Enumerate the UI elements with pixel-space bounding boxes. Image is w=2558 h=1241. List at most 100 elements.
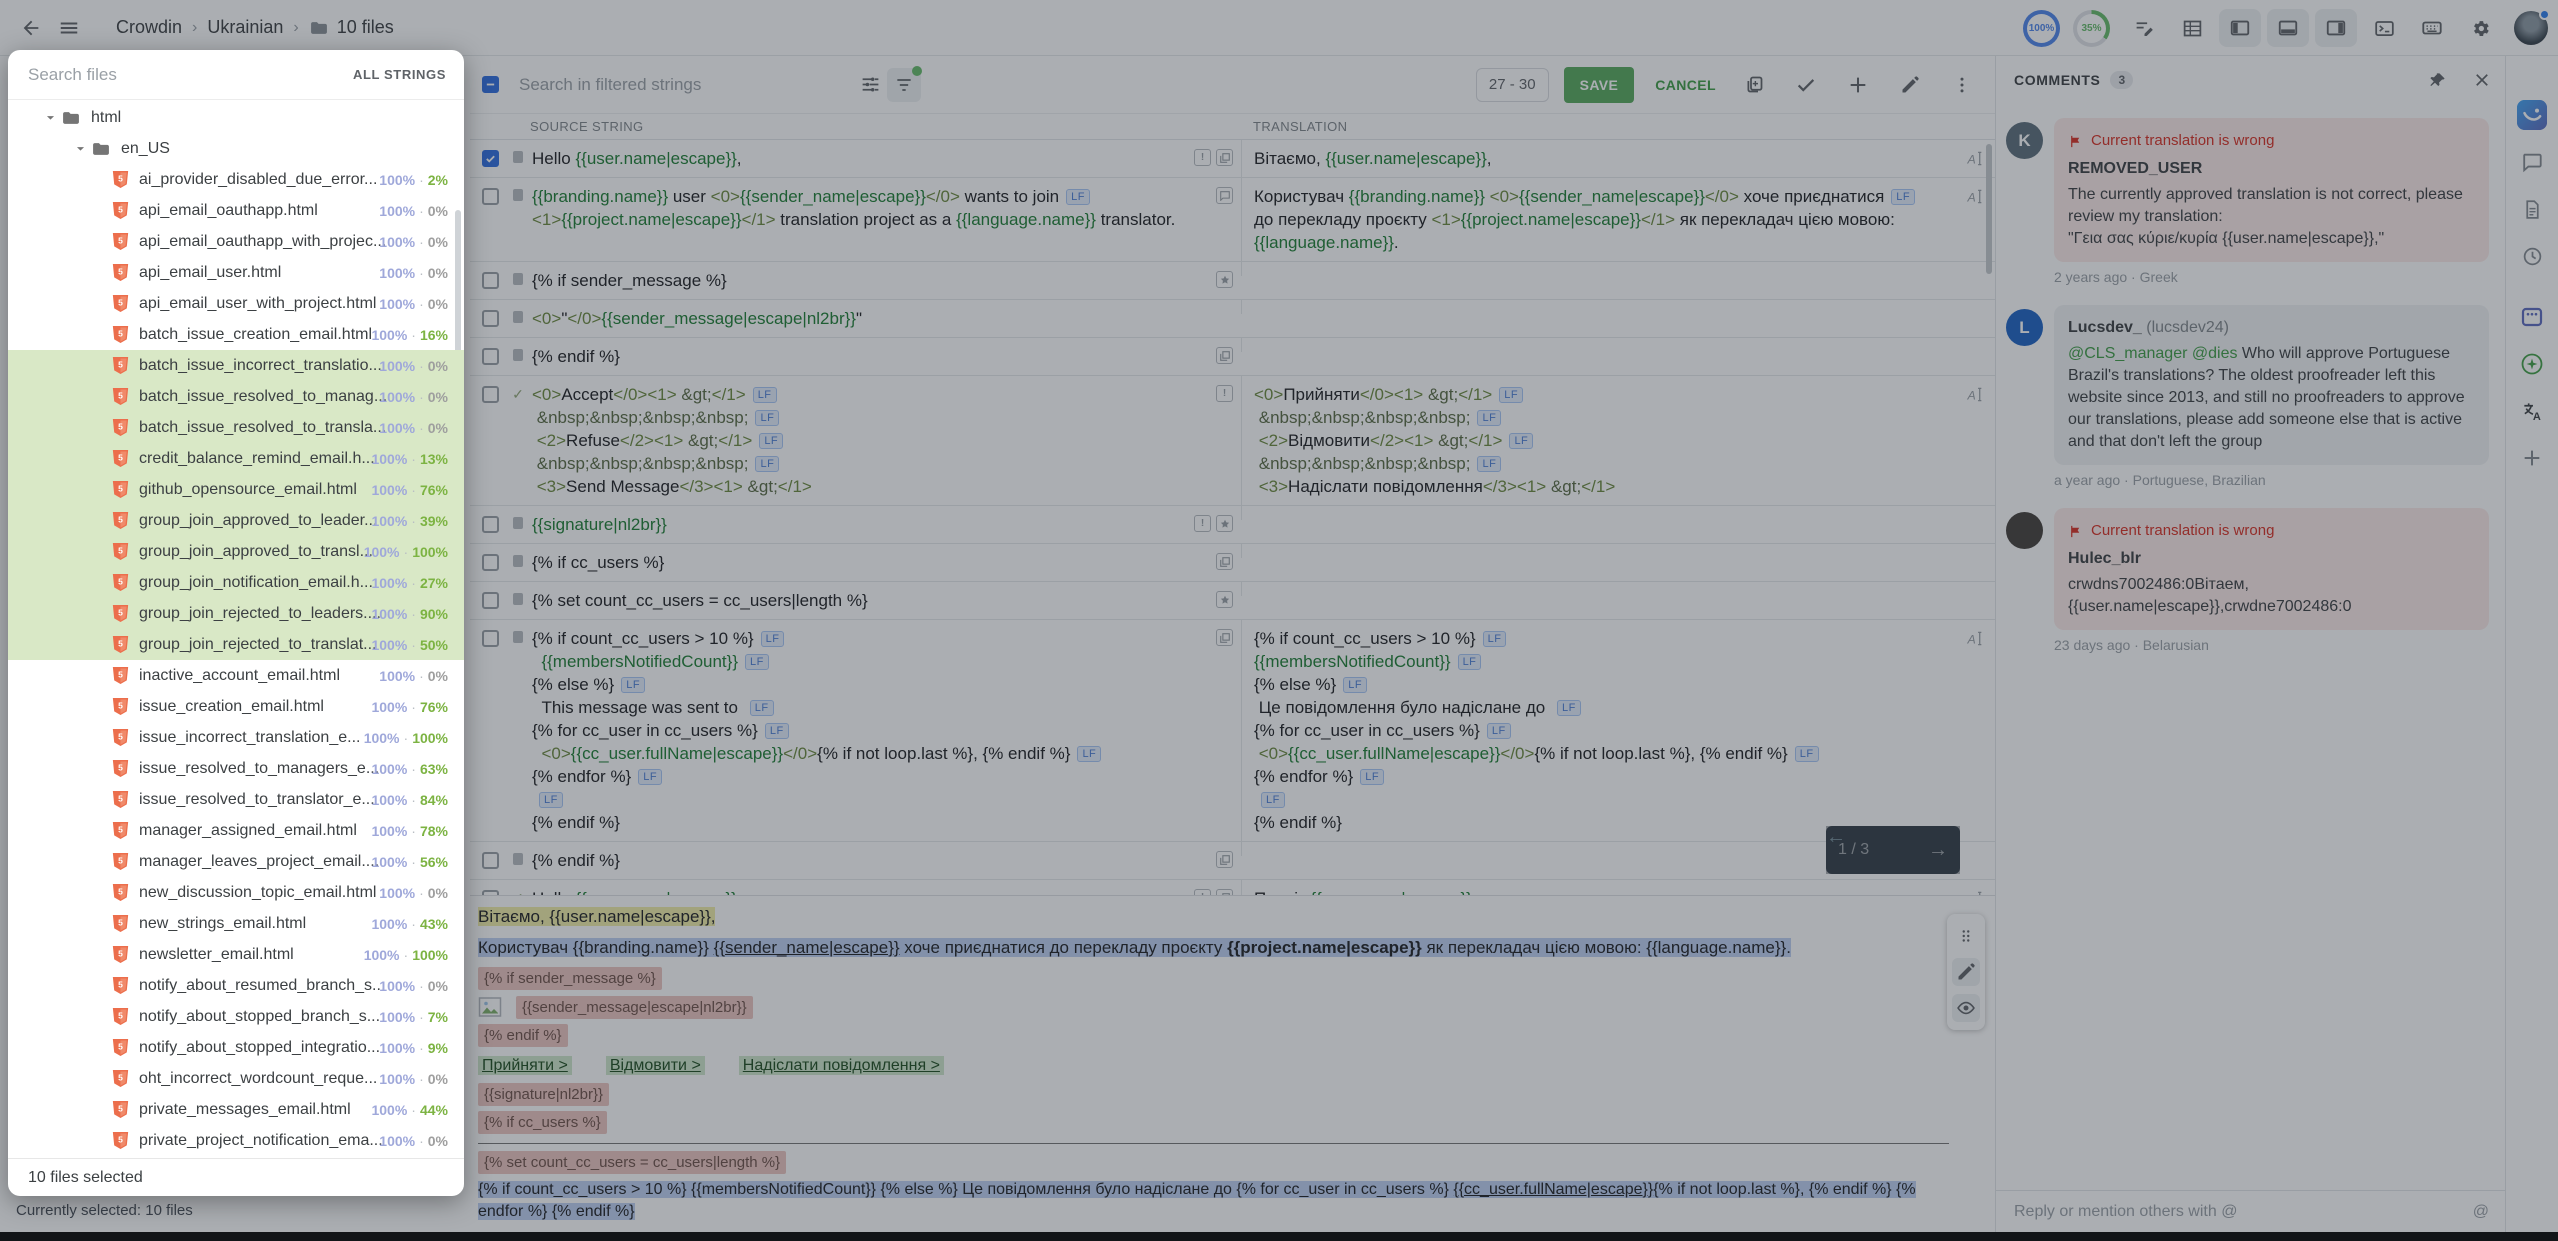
file-row[interactable]: 5 new_discussion_topic_email.html 100%·0… xyxy=(8,877,464,908)
ai-sparkle-button[interactable] xyxy=(2517,349,2547,379)
copy-button[interactable] xyxy=(1737,68,1771,102)
gear-button[interactable] xyxy=(2459,9,2501,47)
file-row[interactable]: 5 issue_resolved_to_managers_e... 100%·6… xyxy=(8,753,464,784)
file-row[interactable]: 5 manager_assigned_email.html 100%·78% xyxy=(8,815,464,846)
string-row[interactable]: {{branding.name}} user <0>{{sender_name|… xyxy=(470,178,1995,262)
drag-button[interactable] xyxy=(1952,922,1980,950)
comment-icon[interactable] xyxy=(1216,187,1233,204)
translated-progress-ring[interactable]: 100% xyxy=(2023,10,2060,47)
right-panel-button[interactable] xyxy=(2315,9,2357,47)
main-menu-button[interactable] xyxy=(50,9,88,47)
row-checkbox[interactable] xyxy=(482,150,499,167)
bottom-panel-button[interactable] xyxy=(2267,9,2309,47)
back-button[interactable] xyxy=(12,9,50,47)
row-checkbox[interactable] xyxy=(482,386,499,403)
duplicate-icon[interactable] xyxy=(1216,149,1233,166)
file-row[interactable]: 5 ai_provider_disabled_due_error... 100%… xyxy=(8,164,464,195)
string-row[interactable]: Hello {{user.name|escape}}, ! Вітаємо, {… xyxy=(470,140,1995,178)
translate-cursor-icon[interactable]: A xyxy=(1965,385,1984,404)
file-row[interactable]: 5 private_messages_email.html 100%·44% xyxy=(8,1094,464,1125)
file-row[interactable]: 5 group_join_rejected_to_translat... 100… xyxy=(8,629,464,660)
bookmark-icon[interactable] xyxy=(1216,591,1233,608)
avatar[interactable]: L xyxy=(2006,309,2043,346)
file-row[interactable]: 5 notify_about_stopped_branch_s... 100%·… xyxy=(8,1001,464,1032)
inline-edit-button[interactable] xyxy=(2123,9,2165,47)
string-row[interactable]: {% set count_cc_users = cc_users|length … xyxy=(470,582,1995,620)
issue-icon[interactable]: ! xyxy=(1216,385,1233,402)
duplicate-icon[interactable] xyxy=(1216,347,1233,364)
comment-reply-input[interactable] xyxy=(2012,1202,2473,1222)
table-scrollbar[interactable] xyxy=(1986,144,1992,274)
bookmark-icon[interactable] xyxy=(1216,271,1233,288)
row-checkbox[interactable] xyxy=(482,310,499,327)
string-row[interactable]: ✓ Hello {{user.name|escape}}, ! Привіт {… xyxy=(470,880,1995,895)
user-mention[interactable]: @CLS_manager xyxy=(2068,345,2187,362)
breadcrumb-item[interactable]: 10 files xyxy=(309,17,394,38)
save-button[interactable]: SAVE xyxy=(1564,67,1635,103)
preview-action-link[interactable]: Прийняти > xyxy=(478,1056,572,1075)
kebab-button[interactable] xyxy=(1945,68,1979,102)
left-panel-button[interactable] xyxy=(2219,9,2261,47)
file-row[interactable]: 5 batch_issue_resolved_to_transla... 100… xyxy=(8,412,464,443)
file-row[interactable]: 5 issue_incorrect_translation_e... 100%·… xyxy=(8,722,464,753)
crowdin-logo-button[interactable] xyxy=(2517,100,2547,130)
approved-progress-ring[interactable]: 35% xyxy=(2073,10,2110,47)
caret-down-icon[interactable] xyxy=(72,140,89,157)
issue-icon[interactable]: ! xyxy=(1194,515,1211,532)
translate-button[interactable]: A xyxy=(2517,396,2547,426)
string-row[interactable]: ✓ <0>Accept</0><1> &gt;</1>LF &nbsp;&nbs… xyxy=(470,376,1995,506)
string-row[interactable]: <0>"</0>{{sender_message|escape|nl2br}}" xyxy=(470,300,1995,338)
string-row[interactable]: {% endif %} xyxy=(470,842,1995,880)
preview-action-link[interactable]: Відмовити > xyxy=(606,1056,705,1075)
file-row[interactable]: 5 oht_incorrect_wordcount_reque... 100%·… xyxy=(8,1063,464,1094)
file-row[interactable]: 5 group_join_rejected_to_leaders.... 100… xyxy=(8,598,464,629)
file-row[interactable]: 5 batch_issue_resolved_to_manag... 100%·… xyxy=(8,381,464,412)
row-checkbox[interactable] xyxy=(482,348,499,365)
breadcrumb-item[interactable]: Crowdin xyxy=(116,17,182,38)
plus-button[interactable] xyxy=(1841,68,1875,102)
file-row[interactable]: 5 group_join_notification_email.h... 100… xyxy=(8,567,464,598)
file-row[interactable]: 5 credit_balance_remind_email.h... 100%·… xyxy=(8,443,464,474)
file-search-input[interactable] xyxy=(26,64,353,86)
document-button[interactable] xyxy=(2517,194,2547,224)
string-row[interactable]: {% endif %} xyxy=(470,338,1995,376)
grid-view-button[interactable] xyxy=(2171,9,2213,47)
translate-cursor-icon[interactable]: A xyxy=(1965,149,1984,168)
file-row[interactable]: 5 newsletter_email.html 100%·100% xyxy=(8,939,464,970)
file-row[interactable]: 5 group_join_approved_to_transl... 100%·… xyxy=(8,536,464,567)
file-row[interactable]: 5 api_email_oauthapp.html 100%·0% xyxy=(8,195,464,226)
plus-button[interactable] xyxy=(2517,443,2547,473)
next-page-arrow-icon[interactable]: → xyxy=(1928,839,1948,862)
file-row[interactable]: 5 api_email_user_with_project.html 100%·… xyxy=(8,288,464,319)
file-row[interactable]: 5 notify_about_resumed_branch_s... 100%·… xyxy=(8,970,464,1001)
preview-action-link[interactable]: Надіслати повідомлення > xyxy=(739,1056,944,1075)
avatar[interactable] xyxy=(2006,512,2043,549)
file-row[interactable]: 5 inactive_account_email.html 100%·0% xyxy=(8,660,464,691)
check-button[interactable] xyxy=(1789,68,1823,102)
duplicate-icon[interactable] xyxy=(1216,851,1233,868)
issue-icon[interactable]: ! xyxy=(1194,149,1211,166)
row-checkbox[interactable] xyxy=(482,554,499,571)
file-row[interactable]: 5 new_strings_email.html 100%·43% xyxy=(8,908,464,939)
pencil-button[interactable] xyxy=(1952,958,1980,986)
user-mention[interactable]: @dies xyxy=(2192,345,2238,362)
string-row[interactable]: {% if sender_message %} xyxy=(470,262,1995,300)
eye-button[interactable] xyxy=(1952,994,1980,1022)
pin-icon[interactable] xyxy=(2428,71,2447,90)
folder-row[interactable]: en_US xyxy=(8,133,464,164)
comments-panel-button[interactable] xyxy=(2517,302,2547,332)
cancel-button[interactable]: CANCEL xyxy=(1649,76,1722,94)
folder-row[interactable]: html xyxy=(8,102,464,133)
file-row[interactable]: 5 issue_resolved_to_translator_e... 100%… xyxy=(8,784,464,815)
file-row[interactable]: 5 private_project_notification_ema... 10… xyxy=(8,1125,464,1156)
close-icon[interactable] xyxy=(2473,71,2491,90)
string-row[interactable]: {% if cc_users %} xyxy=(470,544,1995,582)
strings-search-input[interactable] xyxy=(517,74,757,96)
avatar[interactable]: K xyxy=(2006,122,2043,159)
file-row[interactable]: 5 manager_leaves_project_email.... 100%·… xyxy=(8,846,464,877)
string-row[interactable]: {% if count_cc_users > 10 %}LF {{members… xyxy=(470,620,1995,842)
file-row[interactable]: 5 api_email_oauthapp_with_projec... 100%… xyxy=(8,226,464,257)
tune-filters-button[interactable] xyxy=(853,68,887,102)
row-checkbox[interactable] xyxy=(482,516,499,533)
file-row[interactable]: 5 group_join_approved_to_leader... 100%·… xyxy=(8,505,464,536)
